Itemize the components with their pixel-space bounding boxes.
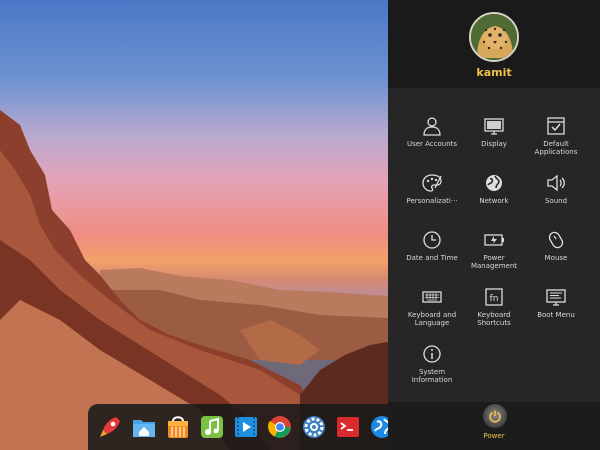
- tile-label: Power Management: [470, 254, 518, 270]
- dock: [88, 404, 413, 450]
- home-folder-icon[interactable]: [130, 413, 158, 441]
- desktop-wallpaper: [0, 0, 388, 450]
- keyboard-icon: [421, 286, 443, 308]
- tile-label: User Accounts: [406, 140, 458, 148]
- chrome-browser-icon[interactable]: [266, 413, 294, 441]
- tile-mouse[interactable]: Mouse: [526, 229, 586, 279]
- leopard-avatar-icon: [471, 14, 517, 60]
- tile-boot-menu[interactable]: Boot Menu: [526, 286, 586, 336]
- user-icon: [421, 115, 443, 137]
- tile-personalization[interactable]: Personalizati···: [402, 172, 462, 222]
- speaker-icon: [545, 172, 567, 194]
- info-icon: [421, 343, 443, 365]
- tile-keyboard-shortcuts[interactable]: fn Keyboard Shortcuts: [464, 286, 524, 336]
- username: kamit: [476, 66, 512, 79]
- tile-label: Keyboard Shortcuts: [477, 311, 511, 327]
- checkbox-icon: [545, 115, 567, 137]
- palette-icon: [421, 172, 443, 194]
- tile-keyboard-and-language[interactable]: Keyboard and Language: [402, 286, 462, 336]
- globe-icon: [483, 172, 505, 194]
- tile-default-applications[interactable]: Default Applications: [526, 115, 586, 165]
- mouse-icon: [545, 229, 567, 251]
- tile-label: Keyboard and Language: [407, 311, 457, 327]
- rocket-launcher-icon[interactable]: [96, 413, 124, 441]
- tile-label: Boot Menu: [537, 311, 575, 319]
- tile-label: Sound: [544, 197, 568, 205]
- tile-system-information[interactable]: System Information: [402, 343, 462, 393]
- power-label: Power: [483, 432, 505, 440]
- tile-network[interactable]: Network: [464, 172, 524, 222]
- tile-power-management[interactable]: Power Management: [464, 229, 524, 279]
- panel-header: kamit: [388, 0, 600, 88]
- tile-date-and-time[interactable]: Date and Time: [402, 229, 462, 279]
- power-icon: [489, 410, 501, 423]
- control-center-panel: kamit User Accounts Display Default Appl…: [388, 0, 600, 450]
- music-player-icon[interactable]: [198, 413, 226, 441]
- tile-label: Default Applications: [534, 140, 578, 156]
- tile-sound[interactable]: Sound: [526, 172, 586, 222]
- video-player-icon[interactable]: [232, 413, 260, 441]
- tile-label: System Information: [411, 368, 453, 384]
- control-center-gear-icon[interactable]: [300, 413, 328, 441]
- avatar[interactable]: [469, 12, 519, 62]
- tile-label: Display: [481, 140, 507, 148]
- fn-key-icon: fn: [483, 286, 505, 308]
- tile-label: Date and Time: [406, 254, 458, 262]
- svg-text:fn: fn: [490, 294, 499, 304]
- store-bag-icon[interactable]: [164, 413, 192, 441]
- power-button[interactable]: [483, 404, 507, 428]
- terminal-icon[interactable]: [334, 413, 362, 441]
- monitor-icon: [483, 115, 505, 137]
- boot-menu-icon: [545, 286, 567, 308]
- tile-display[interactable]: Display: [464, 115, 524, 165]
- tile-user-accounts[interactable]: User Accounts: [402, 115, 462, 165]
- tile-label: Personalizati···: [406, 197, 458, 205]
- clock-icon: [421, 229, 443, 251]
- battery-icon: [483, 229, 505, 251]
- tile-label: Mouse: [544, 254, 568, 262]
- tile-label: Network: [479, 197, 509, 205]
